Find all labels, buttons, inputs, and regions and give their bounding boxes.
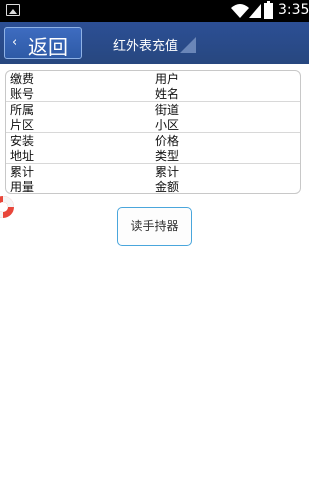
page-title: 红外表充值 bbox=[113, 39, 179, 54]
back-label: 返回 bbox=[28, 35, 68, 59]
table-row: 缴费账号 用户姓名 bbox=[6, 71, 300, 102]
image-icon bbox=[6, 4, 20, 16]
status-bar: 3:35 bbox=[0, 0, 309, 22]
menu-corner-icon[interactable] bbox=[176, 37, 196, 57]
life-ring-icon[interactable] bbox=[0, 193, 18, 221]
read-handheld-button[interactable]: 读手持器 bbox=[117, 207, 192, 246]
status-time: 3:35 bbox=[278, 2, 310, 18]
title-bar: ‹ 返回 红外表充值 bbox=[0, 22, 309, 64]
table-row: 安装地址 价格类型 bbox=[6, 133, 300, 164]
street-community-label: 街道小区 bbox=[155, 103, 180, 132]
wifi-icon bbox=[231, 4, 249, 18]
back-button[interactable]: ‹ 返回 bbox=[4, 27, 82, 59]
install-address-label: 安装地址 bbox=[10, 134, 35, 163]
info-table: 缴费账号 用户姓名 所属片区 街道小区 安装地址 价格类型 累计用量 累计金额 bbox=[5, 70, 301, 194]
table-row: 所属片区 街道小区 bbox=[6, 102, 300, 133]
account-number-label: 缴费账号 bbox=[10, 72, 35, 101]
total-usage-label: 累计用量 bbox=[10, 165, 35, 194]
user-name-label: 用户姓名 bbox=[155, 72, 180, 101]
back-chevron-icon: ‹ bbox=[12, 35, 18, 50]
battery-icon bbox=[264, 1, 273, 19]
signal-icon bbox=[249, 4, 261, 18]
total-amount-label: 累计金额 bbox=[155, 165, 180, 194]
price-type-label: 价格类型 bbox=[155, 134, 180, 163]
table-row: 累计用量 累计金额 bbox=[6, 164, 300, 194]
district-label: 所属片区 bbox=[10, 103, 35, 132]
